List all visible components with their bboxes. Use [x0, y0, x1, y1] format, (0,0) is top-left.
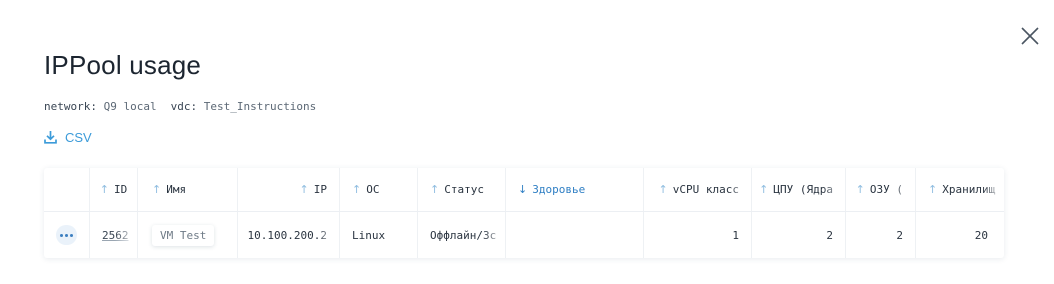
download-icon: [44, 131, 57, 144]
header-ram-label: ОЗУ (: [869, 183, 903, 196]
vm-name-chip[interactable]: VM Test: [152, 224, 215, 246]
csv-label: CSV: [65, 129, 92, 145]
sort-up-icon: ↑: [99, 183, 109, 196]
row-more-button[interactable]: [56, 225, 77, 245]
close-icon: [1021, 27, 1039, 45]
header-storage-label: Хранилищ: [942, 183, 996, 196]
pool-meta: network: Q9 local vdc: Test_Instructions: [44, 100, 316, 113]
modal-title: IPPool usage: [44, 50, 202, 80]
cell-vcpu-class: 1: [644, 212, 752, 258]
sort-up-icon: ↑: [658, 183, 668, 196]
header-os[interactable]: ↑ ОС: [340, 168, 418, 211]
vm-ram: 2: [896, 228, 903, 242]
more-dots-icon: [65, 233, 68, 237]
vm-vcpu-class: 1: [732, 228, 739, 242]
vdc-label: vdc:: [170, 100, 198, 113]
cell-status: Оффлайн/Зс: [418, 212, 506, 258]
more-dots-icon: [60, 233, 63, 237]
header-storage[interactable]: ↑ Хранилищ: [916, 168, 1004, 211]
vdc-value: Test_Instructions: [203, 100, 317, 113]
header-status-label: Статус: [444, 183, 484, 196]
vm-status: Оффлайн/Зс: [430, 228, 497, 242]
header-os-label: ОС: [366, 183, 380, 196]
close-button[interactable]: [1016, 22, 1044, 50]
header-ram[interactable]: ↑ ОЗУ (: [846, 168, 916, 211]
sort-up-icon: ↑: [152, 183, 162, 196]
ippool-usage-modal: IPPool usage network: Q9 local vdc: Test…: [0, 0, 1054, 284]
sort-down-icon: ↓: [518, 183, 528, 196]
header-actions: [44, 168, 90, 211]
table-header-row: ↑ ID ↑ Имя ↑ IP ↑ ОС ↑ Статус ↓ Здоровье: [44, 168, 1004, 212]
csv-export-button[interactable]: CSV: [44, 128, 92, 146]
sort-up-icon: ↑: [299, 183, 309, 196]
sort-up-icon: ↑: [855, 183, 865, 196]
cell-id: 2562: [90, 212, 138, 258]
header-ip-label: IP: [313, 183, 327, 196]
sort-up-icon: ↑: [430, 183, 440, 196]
header-ip[interactable]: ↑ IP: [238, 168, 340, 211]
vm-cpu-cores: 2: [826, 228, 833, 242]
header-id[interactable]: ↑ ID: [90, 168, 138, 211]
header-status[interactable]: ↑ Статус: [418, 168, 506, 211]
table-row: 2562 VM Test 10.100.200.2 Linux Оффлайн/…: [44, 212, 1004, 258]
header-cpu-cores[interactable]: ↑ ЦПУ (Ядра: [752, 168, 846, 211]
header-health[interactable]: ↓ Здоровье: [506, 168, 644, 211]
cell-cpu-cores: 2: [752, 212, 846, 258]
vm-id-link[interactable]: 2562: [102, 229, 129, 242]
cell-storage: 20: [916, 212, 1004, 258]
header-name-label: Имя: [166, 183, 187, 196]
network-label: network:: [44, 100, 97, 113]
cell-ram: 2: [846, 212, 916, 258]
cell-os: Linux: [340, 212, 418, 258]
vm-storage: 20: [974, 228, 988, 242]
sort-up-icon: ↑: [352, 183, 362, 196]
cell-name: VM Test: [138, 212, 238, 258]
header-id-label: ID: [113, 183, 128, 196]
header-health-label: Здоровье: [532, 183, 586, 196]
sort-up-icon: ↑: [928, 183, 938, 196]
sort-up-icon: ↑: [759, 183, 769, 196]
cell-health: [506, 212, 644, 258]
header-vcpu-class[interactable]: ↑ vCPU класс: [644, 168, 752, 211]
network-value: Q9 local: [103, 100, 157, 113]
header-name[interactable]: ↑ Имя: [138, 168, 238, 211]
header-vcpu-class-label: vCPU класс: [672, 183, 739, 196]
header-cpu-cores-label: ЦПУ (Ядра: [773, 183, 833, 196]
vm-os: Linux: [352, 228, 386, 242]
vm-ip: 10.100.200.2: [247, 228, 327, 242]
usage-table: ↑ ID ↑ Имя ↑ IP ↑ ОС ↑ Статус ↓ Здоровье: [44, 168, 1004, 258]
cell-ip: 10.100.200.2: [238, 212, 340, 258]
vdc-meta: vdc: Test_Instructions: [171, 100, 317, 113]
more-dots-icon: [70, 233, 73, 237]
network-meta: network: Q9 local: [44, 100, 157, 113]
row-actions-cell: [44, 212, 90, 258]
